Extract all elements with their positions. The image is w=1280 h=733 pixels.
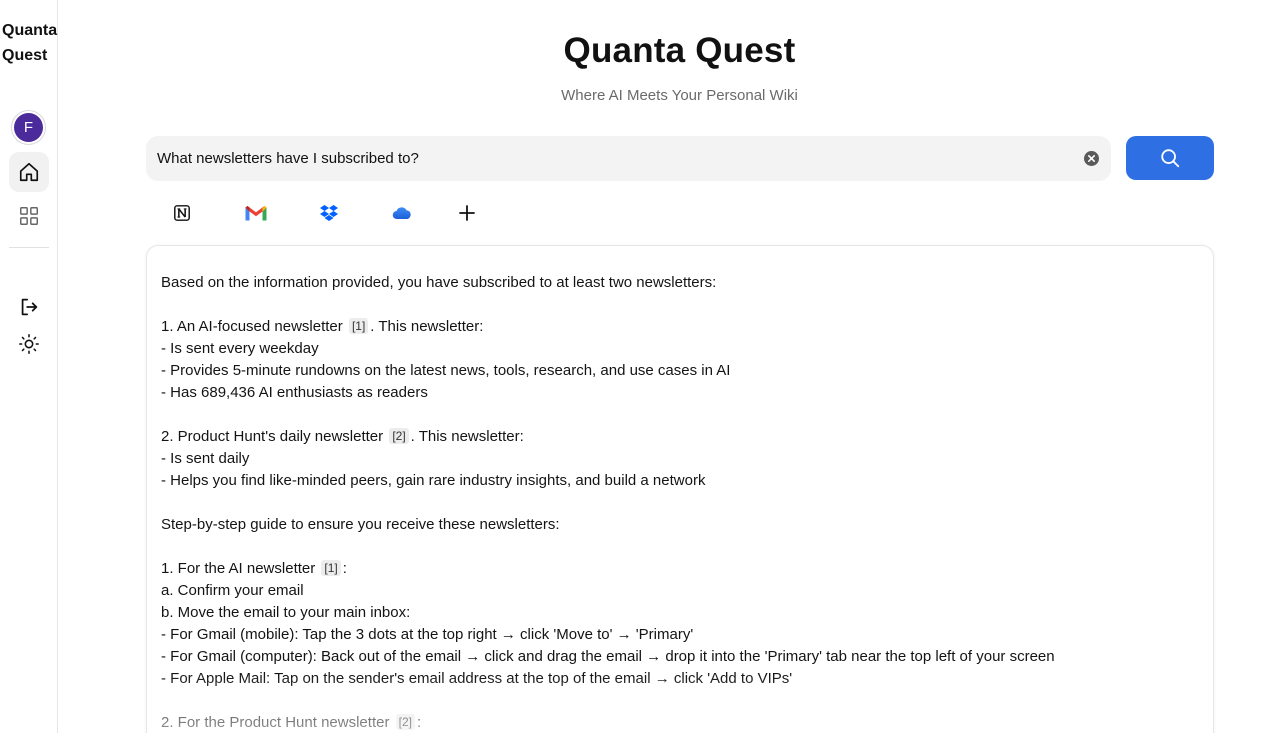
sidebar: Quanta Quest F xyxy=(0,0,58,733)
answer-item-2-text: 2. Product Hunt's daily newsletter xyxy=(161,428,384,445)
sidebar-item-theme[interactable] xyxy=(9,324,49,364)
guide-item-1-suffix: : xyxy=(342,560,347,577)
answer-item-2-point: - Helps you find like-minded peers, gain… xyxy=(161,472,706,489)
dropbox-icon xyxy=(320,205,338,221)
citation-1[interactable]: [1] xyxy=(348,318,369,334)
answer-text: Based on the information provided, you h… xyxy=(161,272,1201,733)
answer-intro: Based on the information provided, you h… xyxy=(161,274,717,291)
plus-icon xyxy=(459,205,475,221)
notion-icon xyxy=(174,205,190,221)
cloud-icon xyxy=(392,207,411,220)
search-icon xyxy=(1161,149,1180,168)
answer-item-1: 1. An AI-focused newsletter [1]. This ne… xyxy=(161,316,1201,338)
guide-item-1-step: - For Apple Mail: Tap on the sender's em… xyxy=(161,670,793,687)
answer-item-1-text: 1. An AI-focused newsletter xyxy=(161,318,343,335)
brand-line-2: Quest xyxy=(2,47,48,64)
app-root: Quanta Quest F Quanta Quest Where AI Mee… xyxy=(0,0,1280,733)
gmail-icon xyxy=(245,206,267,221)
guide-item-1-step: - For Gmail (mobile): Tap the 3 dots at … xyxy=(161,626,694,643)
page-subtitle: Where AI Meets Your Personal Wiki xyxy=(561,87,798,104)
clear-search-button[interactable] xyxy=(1084,151,1099,166)
answer-item-1-point: - Has 689,436 AI enthusiasts as readers xyxy=(161,384,428,401)
sidebar-divider xyxy=(9,247,49,248)
sidebar-item-logout[interactable] xyxy=(9,287,49,327)
answer-item-2-point: - Is sent daily xyxy=(161,450,250,467)
guide-item-2-text: 2. For the Product Hunt newsletter xyxy=(161,714,390,731)
sidebar-item-home[interactable] xyxy=(9,152,49,192)
citation-2[interactable]: [2] xyxy=(395,714,415,730)
citation-1[interactable]: [1] xyxy=(321,560,341,576)
header: Quanta Quest xyxy=(145,31,1214,71)
guide-item-2-suffix: : xyxy=(416,714,422,731)
page-title: Quanta Quest xyxy=(563,31,796,70)
source-gmail[interactable] xyxy=(243,200,269,226)
answer-item-1-suffix: . This newsletter: xyxy=(370,318,484,335)
brand-logo-text[interactable]: Quanta Quest xyxy=(2,18,58,68)
avatar-initial: F xyxy=(14,113,43,142)
brand-line-1: Quanta xyxy=(2,22,58,39)
guide-item-1-step: - For Gmail (computer): Back out of the … xyxy=(161,648,1055,665)
source-icloud[interactable] xyxy=(389,200,415,226)
clear-icon xyxy=(1087,154,1096,163)
logout-icon xyxy=(21,298,38,316)
guide-heading: Step-by-step guide to ensure you receive… xyxy=(161,516,560,533)
guide-item-2: 2. For the Product Hunt newsletter [2]: xyxy=(161,712,1201,733)
search-input[interactable] xyxy=(157,136,1057,181)
answer-item-2-suffix: . This newsletter: xyxy=(410,428,524,445)
grid-icon xyxy=(20,207,38,225)
source-dropbox[interactable] xyxy=(316,200,342,226)
answer-card: Based on the information provided, you h… xyxy=(146,245,1214,733)
sidebar-item-apps[interactable] xyxy=(9,196,49,236)
guide-item-1-step: a. Confirm your email xyxy=(161,582,304,599)
source-notion[interactable] xyxy=(169,200,195,226)
user-avatar[interactable]: F xyxy=(11,110,46,145)
answer-item-1-point: - Provides 5-minute rundowns on the late… xyxy=(161,362,731,379)
add-source-button[interactable] xyxy=(454,200,480,226)
home-icon xyxy=(19,162,39,182)
search-bar xyxy=(146,136,1111,181)
guide-item-1-step: b. Move the email to your main inbox: xyxy=(161,604,411,621)
answer-item-2: 2. Product Hunt's daily newsletter [2]. … xyxy=(161,426,1201,448)
search-button[interactable] xyxy=(1126,136,1214,180)
citation-2[interactable]: [2] xyxy=(389,428,409,444)
answer-item-1-point: - Is sent every weekday xyxy=(161,340,319,357)
guide-item-1: 1. For the AI newsletter [1]: xyxy=(161,558,1201,580)
subtitle-wrap: Where AI Meets Your Personal Wiki xyxy=(145,87,1214,104)
sun-icon xyxy=(19,334,39,354)
guide-item-1-text: 1. For the AI newsletter xyxy=(161,560,316,577)
